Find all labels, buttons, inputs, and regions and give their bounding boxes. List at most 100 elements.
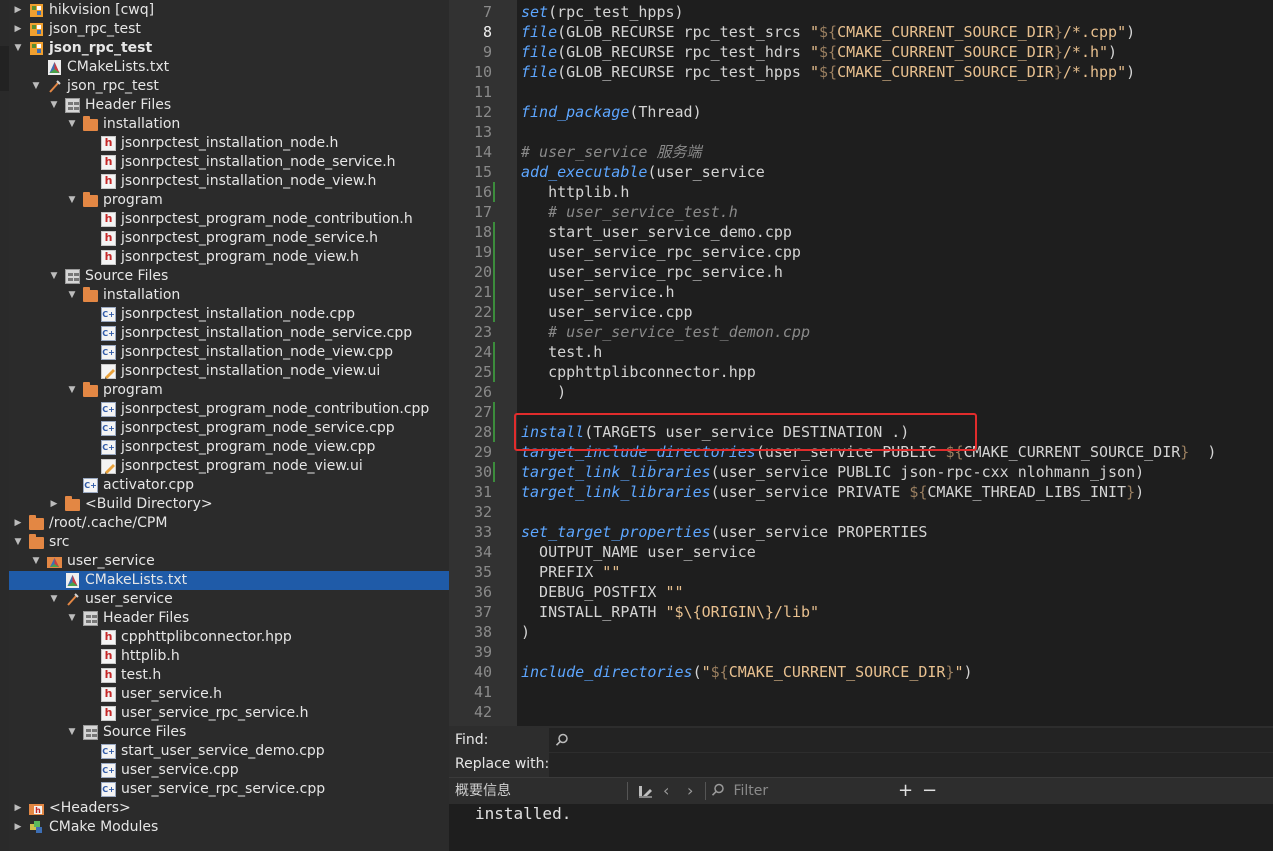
expand-arrow-icon[interactable]: ▶ <box>48 495 60 514</box>
tree-item[interactable]: C+ jsonrpctest_program_node_view.cpp <box>9 438 449 457</box>
expand-arrow-icon[interactable]: ▶ <box>12 799 24 818</box>
expand-arrow-icon[interactable]: ▶ <box>12 1 24 20</box>
collapse-arrow-icon[interactable]: ▼ <box>12 39 24 58</box>
tree-item[interactable]: h user_service_rpc_service.h <box>9 704 449 723</box>
code-line[interactable]: user_service.h <box>521 282 674 302</box>
code-editor[interactable]: 7 8 9 10 11 12 13 14 15 16 17 18 19 20 21 22 23 24 25 26 27 2… <box>449 0 1273 726</box>
tree-item[interactable]: ▶ hikvision [cwq] <box>9 1 449 20</box>
project-tree[interactable]: ▶ hikvision [cwq] ▶ json_rpc_test ▼ json_rpc_… <box>9 0 449 851</box>
expand-arrow-icon[interactable]: ▶ <box>12 818 24 837</box>
collapse-arrow-icon[interactable]: ▼ <box>66 191 78 210</box>
expand-arrow-icon[interactable]: ▶ <box>12 514 24 533</box>
tree-item[interactable]: ▼ Source Files <box>9 267 449 286</box>
code-line[interactable]: file(GLOB_RECURSE rpc_test_srcs "${CMAKE… <box>521 22 1135 42</box>
tree-item[interactable]: h cpphttplibconnector.hpp <box>9 628 449 647</box>
collapse-arrow-icon[interactable]: ▼ <box>48 267 60 286</box>
tree-item[interactable]: ▼ program <box>9 381 449 400</box>
code-line[interactable]: user_service.cpp <box>521 302 693 322</box>
tree-item[interactable]: h jsonrpctest_program_node_view.h <box>9 248 449 267</box>
tree-item[interactable]: ▼ Header Files <box>9 96 449 115</box>
collapse-arrow-icon[interactable]: ▼ <box>30 77 42 96</box>
tree-item[interactable]: C+ jsonrpctest_installation_node_service.… <box>9 324 449 343</box>
code-line[interactable]: set(rpc_test_hpps) <box>521 2 684 22</box>
code-line[interactable]: target_link_libraries(user_service PRIVA… <box>521 482 1144 502</box>
output-filter-input[interactable]: Filter <box>711 778 768 804</box>
code-line[interactable]: ) <box>521 622 530 642</box>
tree-item[interactable]: h jsonrpctest_installation_node_service.h <box>9 153 449 172</box>
collapse-arrow-icon[interactable]: ▼ <box>66 286 78 305</box>
collapse-arrow-icon[interactable]: ▼ <box>30 552 42 571</box>
tree-item[interactable]: ▼ json_rpc_test <box>9 39 449 58</box>
tree-item[interactable]: h user_service.h <box>9 685 449 704</box>
tree-item[interactable]: ▼ program <box>9 191 449 210</box>
code-line[interactable]: user_service_rpc_service.cpp <box>521 242 801 262</box>
tree-item[interactable]: ▼ user_service <box>9 552 449 571</box>
tree-item[interactable]: ▶ CMake Modules <box>9 818 449 837</box>
code-line[interactable]: INSTALL_RPATH "$\{ORIGIN\}/lib" <box>521 602 819 622</box>
tree-item[interactable]: C+ jsonrpctest_program_node_service.cpp <box>9 419 449 438</box>
collapse-arrow-icon[interactable]: ▼ <box>66 723 78 742</box>
code-area[interactable]: set(rpc_test_hpps) file(GLOB_RECURSE rpc_… <box>521 0 1273 726</box>
code-line[interactable]: cpphttplibconnector.hpp <box>521 362 756 382</box>
replace-input[interactable] <box>549 753 1273 777</box>
code-line[interactable]: OUTPUT_NAME user_service <box>521 542 756 562</box>
output-pane-title[interactable]: 概要信息 <box>455 778 511 804</box>
tree-item[interactable]: h jsonrpctest_installation_node.h <box>9 134 449 153</box>
tree-item[interactable]: ▶ <Build Directory> <box>9 495 449 514</box>
tree-item[interactable]: C+ jsonrpctest_program_node_contribution.… <box>9 400 449 419</box>
collapse-arrow-icon[interactable]: ▼ <box>48 96 60 115</box>
tree-item[interactable]: h httplib.h <box>9 647 449 666</box>
next-item-icon[interactable]: › <box>687 778 693 804</box>
zoom-in-icon[interactable]: + <box>898 778 913 804</box>
code-line[interactable]: target_include_directories(user_service … <box>521 442 1216 462</box>
tree-item[interactable]: ▼ user_service <box>9 590 449 609</box>
tree-item[interactable]: jsonrpctest_program_node_view.ui <box>9 457 449 476</box>
code-line[interactable]: # user_service_test.h <box>521 202 738 222</box>
tree-item[interactable]: C+ activator.cpp <box>9 476 449 495</box>
code-line[interactable]: # user_service 服务端 <box>521 142 701 162</box>
find-input[interactable] <box>549 728 1273 752</box>
collapse-arrow-icon[interactable]: ▼ <box>66 381 78 400</box>
tree-item[interactable]: C+ user_service.cpp <box>9 761 449 780</box>
code-line[interactable]: file(GLOB_RECURSE rpc_test_hdrs "${CMAKE… <box>521 42 1117 62</box>
code-line[interactable]: include_directories("${CMAKE_CURRENT_SOU… <box>521 662 973 682</box>
code-line[interactable]: install(TARGETS user_service DESTINATION… <box>521 422 909 442</box>
tree-item[interactable]: ▼ Source Files <box>9 723 449 742</box>
code-line[interactable]: target_link_libraries(user_service PUBLI… <box>521 462 1144 482</box>
code-line[interactable]: httplib.h <box>521 182 629 202</box>
tree-item[interactable]: ▶ h <Headers> <box>9 799 449 818</box>
code-line[interactable]: PREFIX "" <box>521 562 620 582</box>
code-line[interactable]: add_executable(user_service <box>521 162 765 182</box>
collapse-arrow-icon[interactable]: ▼ <box>12 533 24 552</box>
tree-item[interactable]: C+ start_user_service_demo.cpp <box>9 742 449 761</box>
code-line[interactable]: set_target_properties(user_service PROPE… <box>521 522 927 542</box>
tree-item[interactable]: ▶ /root/.cache/CPM <box>9 514 449 533</box>
collapse-arrow-icon[interactable]: ▼ <box>66 609 78 628</box>
tree-item[interactable]: C+ user_service_rpc_service.cpp <box>9 780 449 799</box>
tree-item[interactable]: ▼ installation <box>9 115 449 134</box>
zoom-out-icon[interactable]: − <box>922 778 937 804</box>
tree-item[interactable]: ▶ json_rpc_test <box>9 20 449 39</box>
code-line[interactable]: DEBUG_POSTFIX "" <box>521 582 684 602</box>
tree-item[interactable]: CMakeLists.txt <box>9 58 449 77</box>
tree-item[interactable]: h jsonrpctest_program_node_service.h <box>9 229 449 248</box>
code-line[interactable]: user_service_rpc_service.h <box>521 262 783 282</box>
code-line[interactable]: find_package(Thread) <box>521 102 702 122</box>
tree-item[interactable]: h jsonrpctest_program_node_contribution.h <box>9 210 449 229</box>
tree-item[interactable]: h jsonrpctest_installation_node_view.h <box>9 172 449 191</box>
tree-item[interactable]: ▼ Header Files <box>9 609 449 628</box>
collapse-arrow-icon[interactable]: ▼ <box>48 590 60 609</box>
tree-item[interactable]: ▼ installation <box>9 286 449 305</box>
code-line[interactable]: start_user_service_demo.cpp <box>521 222 792 242</box>
code-line[interactable]: file(GLOB_RECURSE rpc_test_hpps "${CMAKE… <box>521 62 1135 82</box>
code-line[interactable]: # user_service_test_demon.cpp <box>521 322 810 342</box>
tree-item[interactable]: h test.h <box>9 666 449 685</box>
code-line[interactable]: test.h <box>521 342 602 362</box>
previous-item-icon[interactable]: ‹ <box>663 778 669 804</box>
tree-item[interactable]: C+ jsonrpctest_installation_node.cpp <box>9 305 449 324</box>
tree-item[interactable]: ▼ src <box>9 533 449 552</box>
code-line[interactable]: ) <box>521 382 566 402</box>
expand-arrow-icon[interactable]: ▶ <box>12 20 24 39</box>
clear-output-icon[interactable] <box>637 778 653 804</box>
tree-item[interactable]: jsonrpctest_installation_node_view.ui <box>9 362 449 381</box>
